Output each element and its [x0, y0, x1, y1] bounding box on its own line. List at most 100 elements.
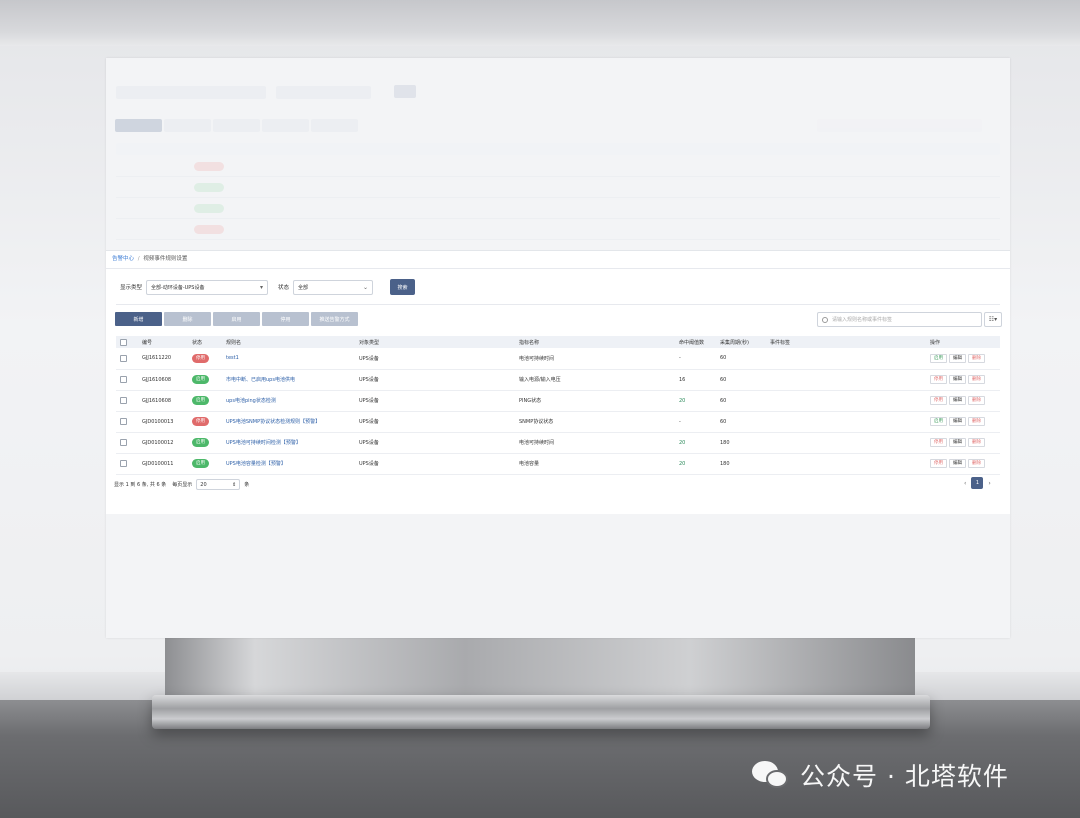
notify-method-button[interactable]: 推送告警方式 — [311, 312, 358, 326]
edit-button[interactable]: 编辑 — [949, 353, 966, 363]
rule-name-link[interactable]: UPS电池容量检测【预警】 — [226, 461, 286, 467]
row-checkbox[interactable] — [120, 354, 127, 362]
col-tag: 事件标签 — [768, 336, 928, 348]
rule-search-input[interactable]: 请输入规则名称或事件标签 — [817, 312, 982, 327]
cell-metric: 输入电源/输入电压 — [517, 369, 677, 391]
cell-id: GJD0100013 — [140, 411, 190, 433]
search-button[interactable]: 搜索 — [390, 279, 416, 295]
toggle-status-button[interactable]: 停用 — [930, 396, 947, 405]
cell-tag — [768, 453, 928, 475]
cell-metric: 电池容量 — [517, 453, 677, 475]
cell-id: GJD0100012 — [140, 432, 190, 454]
breadcrumb-separator: / — [137, 256, 140, 262]
col-object-type: 对象类型 — [357, 336, 517, 348]
next-page-button[interactable]: › — [988, 480, 990, 487]
status-label: 状态 — [278, 285, 290, 291]
cell-hits: - — [679, 418, 681, 425]
search-placeholder: 请输入规则名称或事件标签 — [832, 317, 893, 323]
cell-hits: 20 — [679, 397, 686, 404]
cell-period: 60 — [718, 348, 768, 370]
prev-page-button[interactable]: ‹ — [964, 480, 966, 487]
cell-hits: - — [679, 355, 681, 362]
col-period: 采集周期(秒) — [718, 336, 768, 348]
cell-period: 60 — [718, 390, 768, 412]
divider — [116, 304, 1000, 305]
toggle-status-button[interactable]: 停用 — [930, 375, 947, 384]
cell-metric: 电池可持续时间 — [517, 432, 677, 454]
page-size-value: 20 — [200, 481, 207, 488]
cell-hits: 20 — [679, 439, 686, 446]
select-all-checkbox[interactable] — [120, 338, 127, 346]
cell-object-type: UPS设备 — [357, 453, 517, 475]
chevron-down-icon: ⌄ — [363, 283, 369, 291]
delete-row-button[interactable]: 删除 — [968, 396, 985, 405]
chevron-updown-icon: ⇕ — [232, 481, 237, 488]
edit-button[interactable]: 编辑 — [949, 396, 966, 405]
table-row: GJD0100011 启用 UPS电池容量检测【预警】 UPS设备 电池容量 20 180 停… — [116, 453, 1000, 475]
row-checkbox[interactable] — [120, 376, 127, 383]
toggle-status-button[interactable]: 启用 — [930, 417, 947, 426]
row-actions: 停用 编辑 删除 — [930, 459, 1000, 468]
col-id: 编号 — [140, 336, 190, 348]
column-toggle-button[interactable]: ☷▾ — [984, 312, 1002, 327]
toggle-status-button[interactable]: 停用 — [930, 459, 947, 468]
breadcrumb-root-link[interactable]: 告警中心 — [112, 256, 134, 262]
rule-name-link[interactable]: 市电中断、已启用ups电池供电 — [226, 377, 295, 383]
table-header-row: 编号 状态 规则名 对象类型 指标名称 命中阈值数 采集周期(秒) 事件标签 操… — [116, 336, 1000, 348]
rule-table: 编号 状态 规则名 对象类型 指标名称 命中阈值数 采集周期(秒) 事件标签 操… — [116, 336, 1000, 475]
edit-button[interactable]: 编辑 — [949, 375, 966, 384]
enable-button[interactable]: 启用 — [213, 312, 260, 326]
delete-row-button[interactable]: 删除 — [968, 459, 985, 468]
delete-row-button[interactable]: 删除 — [968, 353, 985, 363]
rule-name-link[interactable]: ups电池ping状态检测 — [226, 398, 276, 404]
row-actions: 停用 编辑 删除 — [930, 438, 1000, 447]
edit-button[interactable]: 编辑 — [949, 438, 966, 447]
delete-row-button[interactable]: 删除 — [968, 375, 985, 384]
status-badge: 启用 — [192, 459, 209, 468]
display-type-select[interactable]: 全部-动环设备-UPS设备 ▾ — [146, 279, 269, 295]
col-actions: 操作 — [928, 336, 1000, 348]
rule-name-link[interactable]: UPS电池SNMP协议状态检测规则【预警】 — [226, 419, 320, 425]
page-size-select[interactable]: 20 ⇕ — [196, 479, 241, 490]
cell-metric: PING状态 — [517, 390, 677, 412]
edit-button[interactable]: 编辑 — [949, 459, 966, 468]
cell-tag — [768, 411, 928, 433]
page-button-current[interactable]: 1 — [971, 477, 984, 489]
rule-name-link[interactable]: test1 — [226, 355, 239, 361]
pagination-info: 显示 1 到 6 条, 共 6 条 每页显示 20 ⇕ 条 — [114, 479, 249, 490]
cell-tag — [768, 369, 928, 391]
row-checkbox[interactable] — [120, 439, 127, 446]
cell-tag — [768, 390, 928, 412]
disable-button[interactable]: 停用 — [262, 312, 309, 326]
delete-row-button[interactable]: 删除 — [968, 417, 985, 426]
add-button[interactable]: 新增 — [115, 312, 162, 326]
cell-object-type: UPS设备 — [357, 348, 517, 370]
cell-id: GJJ1610608 — [140, 390, 190, 412]
status-select[interactable]: 全部 ⌄ — [293, 279, 374, 295]
rule-name-link[interactable]: UPS电池可持续时间检测【预警】 — [226, 440, 301, 446]
page-size-label: 每页显示 — [172, 482, 193, 488]
filter-bar: 显示类型 全部-动环设备-UPS设备 ▾ 状态 全部 ⌄ 搜索 — [120, 279, 416, 295]
toggle-status-button[interactable]: 启用 — [930, 353, 947, 363]
delete-button[interactable]: 删除 — [164, 312, 211, 326]
cell-hits: 20 — [679, 460, 686, 467]
col-metric: 指标名称 — [517, 336, 677, 348]
edit-button[interactable]: 编辑 — [949, 417, 966, 426]
pagination-summary: 显示 1 到 6 条, 共 6 条 — [114, 482, 167, 488]
row-checkbox[interactable] — [120, 460, 127, 467]
row-checkbox[interactable] — [120, 418, 127, 425]
row-checkbox[interactable] — [120, 397, 127, 404]
delete-row-button[interactable]: 删除 — [968, 438, 985, 447]
toggle-status-button[interactable]: 停用 — [930, 438, 947, 447]
table-row: GJJ1611220 停用 test1 UPS设备 电池可持续时间 - 60 启用 编辑 删除 — [116, 348, 1000, 370]
display-type-value: 全部-动环设备-UPS设备 — [151, 284, 205, 291]
chevron-down-icon: ▾ — [260, 283, 264, 291]
wechat-icon — [752, 759, 790, 791]
cell-tag — [768, 348, 928, 370]
row-actions: 停用 编辑 删除 — [930, 375, 1000, 384]
watermark: 公众号 · 北塔软件 — [752, 757, 1009, 793]
cell-metric: 电池可持续时间 — [517, 348, 677, 370]
cell-object-type: UPS设备 — [357, 411, 517, 433]
cell-tag — [768, 432, 928, 454]
status-value: 全部 — [298, 284, 309, 291]
